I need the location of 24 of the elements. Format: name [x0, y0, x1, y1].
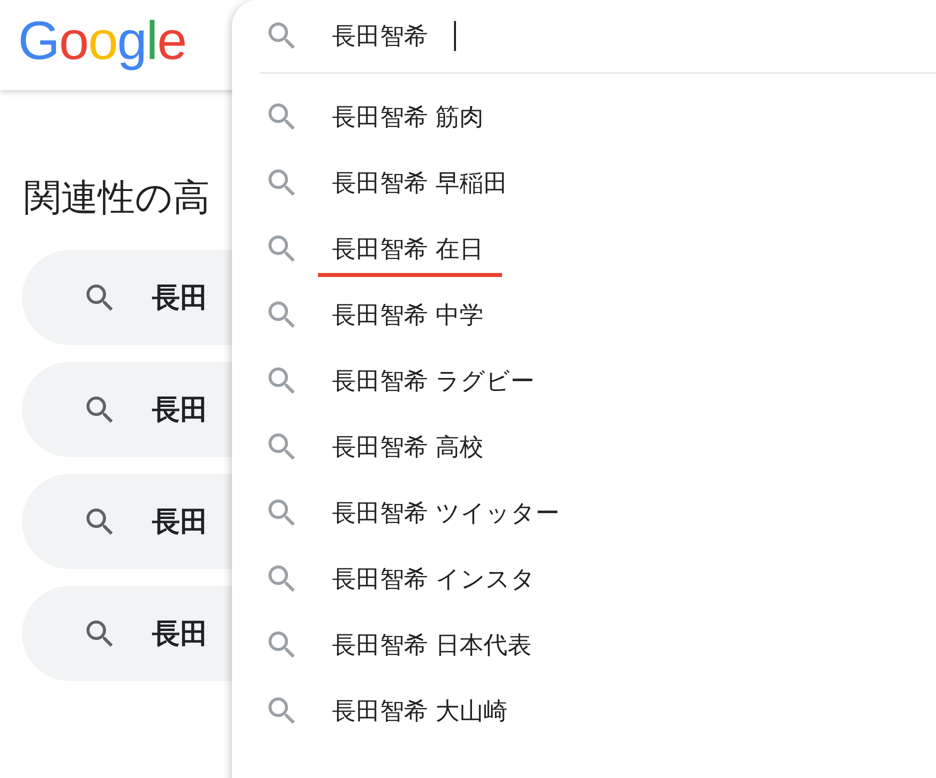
search-query[interactable]: 長田智希	[332, 20, 428, 52]
suggestion-item[interactable]: 長田智希 大山崎	[232, 678, 936, 744]
suggestion-item[interactable]: 長田智希 中学	[232, 282, 936, 348]
suggestion-text: 長田智希 早稲田	[332, 168, 508, 199]
suggestion-item[interactable]: 長田智希 筋肉	[232, 84, 936, 150]
suggestion-item[interactable]: 長田智希 在日	[232, 216, 936, 282]
suggestion-text: 長田智希 大山崎	[332, 696, 508, 727]
suggestion-text: 長田智希 高校	[332, 432, 484, 463]
suggestion-item[interactable]: 長田智希 高校	[232, 414, 936, 480]
suggestion-item[interactable]: 長田智希 ツイッター	[232, 480, 936, 546]
suggestion-item[interactable]: 長田智希 インスタ	[232, 546, 936, 612]
section-heading: 関連性の高	[24, 176, 210, 220]
text-cursor	[454, 21, 456, 51]
suggestion-item[interactable]: 長田智希 早稲田	[232, 150, 936, 216]
suggestion-text: 長田智希 インスタ	[332, 564, 536, 595]
suggestion-item[interactable]: 長田智希 ラグビー	[232, 348, 936, 414]
suggestion-item[interactable]: 長田智希 日本代表	[232, 612, 936, 678]
suggestion-text: 長田智希 ラグビー	[332, 366, 535, 397]
suggestion-text: 長田智希 ツイッター	[332, 498, 560, 529]
suggestion-text: 長田智希 筋肉	[332, 102, 484, 133]
google-logo[interactable]: Google	[18, 14, 186, 68]
suggestion-text: 長田智希 在日	[332, 233, 484, 265]
suggestion-text: 長田智希 日本代表	[332, 630, 532, 661]
suggestion-text: 長田智希 中学	[332, 300, 484, 331]
